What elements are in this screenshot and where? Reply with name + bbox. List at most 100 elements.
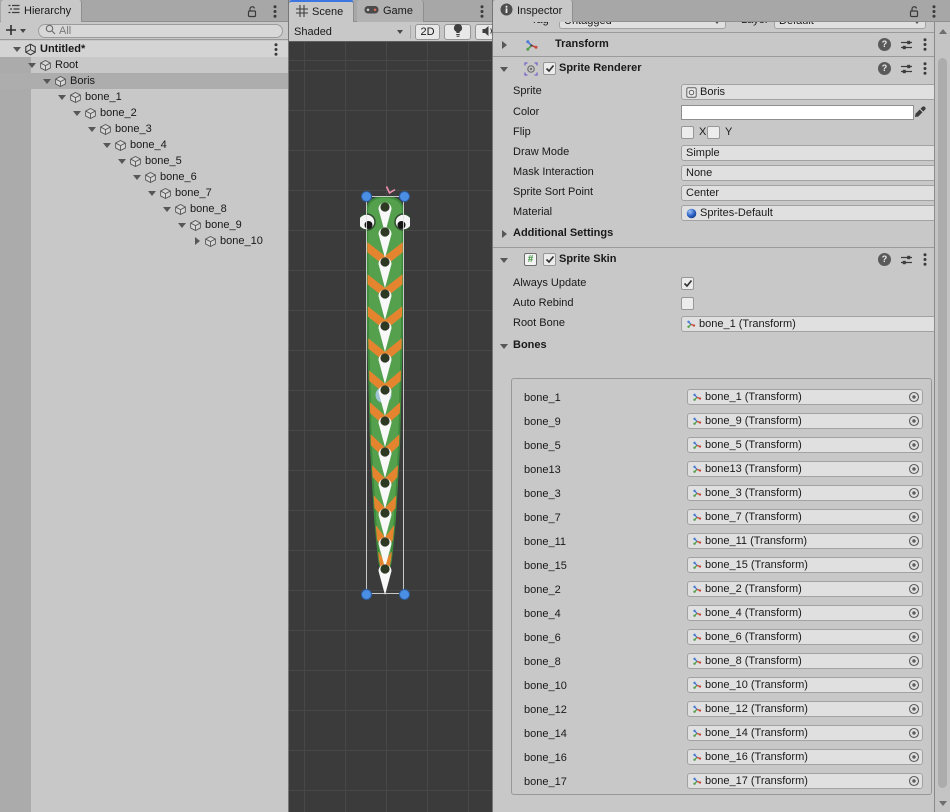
flip-y-checkbox[interactable] <box>707 126 720 139</box>
help-icon[interactable]: ? <box>878 38 891 51</box>
hierarchy-row[interactable]: bone_2 <box>0 105 288 121</box>
bone-object-field[interactable]: bone_2 (Transform) <box>687 581 923 597</box>
bone-object-field[interactable]: bone_8 (Transform) <box>687 653 923 669</box>
object-picker-icon[interactable] <box>908 583 920 597</box>
hierarchy-row[interactable]: bone_10 <box>0 233 288 249</box>
kebab-menu-icon[interactable] <box>923 62 927 78</box>
kebab-menu-icon[interactable] <box>927 4 941 18</box>
foldout-triangle-icon[interactable] <box>87 124 97 134</box>
foldout-triangle-icon[interactable] <box>177 220 187 230</box>
kebab-menu-icon[interactable] <box>923 253 927 269</box>
shading-mode-dropdown[interactable]: Shaded <box>294 24 406 40</box>
foldout-triangle-icon[interactable] <box>499 255 509 265</box>
sprite-skin-component-header[interactable]: # Sprite Skin ? <box>493 247 935 271</box>
scene-viewport[interactable] <box>289 42 492 812</box>
foldout-triangle-icon[interactable] <box>192 236 202 246</box>
layer-dropdown[interactable]: Default <box>774 22 926 29</box>
scroll-up-icon[interactable] <box>939 29 947 34</box>
foldout-triangle-icon[interactable] <box>12 44 22 54</box>
hierarchy-row[interactable]: Untitled* <box>0 41 288 57</box>
object-picker-icon[interactable] <box>908 511 920 525</box>
selection-handle[interactable] <box>399 191 410 202</box>
flip-x-checkbox[interactable] <box>681 126 694 139</box>
lock-icon[interactable] <box>245 4 259 18</box>
root-bone-object-field[interactable]: bone_1 (Transform) <box>681 316 950 332</box>
object-picker-icon[interactable] <box>908 391 920 405</box>
presets-icon[interactable] <box>900 39 913 54</box>
eyedropper-icon[interactable] <box>914 106 926 121</box>
hierarchy-row[interactable]: bone_1 <box>0 89 288 105</box>
foldout-triangle-icon[interactable] <box>162 204 172 214</box>
additional-settings-foldout[interactable]: Additional Settings <box>493 224 935 244</box>
help-icon[interactable]: ? <box>878 62 891 75</box>
hierarchy-row[interactable]: bone_8 <box>0 201 288 217</box>
object-picker-icon[interactable] <box>908 463 920 477</box>
selection-handle[interactable] <box>361 191 372 202</box>
bone-object-field[interactable]: bone_14 (Transform) <box>687 725 923 741</box>
foldout-triangle-icon[interactable] <box>102 140 112 150</box>
presets-icon[interactable] <box>900 254 913 269</box>
bones-foldout[interactable]: Bones <box>493 336 935 356</box>
foldout-triangle-icon[interactable] <box>72 108 82 118</box>
object-picker-icon[interactable] <box>908 487 920 501</box>
kebab-menu-icon[interactable] <box>475 4 489 18</box>
tag-dropdown[interactable]: Untagged <box>559 22 726 29</box>
object-picker-icon[interactable] <box>908 775 920 789</box>
hierarchy-row[interactable]: bone_7 <box>0 185 288 201</box>
kebab-menu-icon[interactable] <box>923 38 927 54</box>
draw-mode-dropdown[interactable]: Simple <box>681 145 950 161</box>
bone-object-field[interactable]: bone_17 (Transform) <box>687 773 923 789</box>
foldout-triangle-icon[interactable] <box>117 156 127 166</box>
lighting-toggle-button[interactable] <box>444 24 471 40</box>
transform-component-header[interactable]: Transform ? <box>493 32 935 56</box>
scroll-down-icon[interactable] <box>939 801 947 806</box>
selection-handle[interactable] <box>361 589 372 600</box>
material-object-field[interactable]: Sprites-Default <box>681 205 950 221</box>
hierarchy-row[interactable]: bone_5 <box>0 153 288 169</box>
foldout-triangle-icon[interactable] <box>147 188 157 198</box>
mask-interaction-dropdown[interactable]: None <box>681 165 950 181</box>
object-picker-icon[interactable] <box>908 415 920 429</box>
bone-object-field[interactable]: bone_3 (Transform) <box>687 485 923 501</box>
bone-object-field[interactable]: bone_10 (Transform) <box>687 677 923 693</box>
object-picker-icon[interactable] <box>908 727 920 741</box>
sprite-renderer-component-header[interactable]: Sprite Renderer ? <box>493 56 935 80</box>
toggle-2d-button[interactable]: 2D <box>415 24 440 40</box>
add-object-button[interactable] <box>5 24 26 38</box>
bone-object-field[interactable]: bone13 (Transform) <box>687 461 923 477</box>
hierarchy-row[interactable]: bone_9 <box>0 217 288 233</box>
lock-icon[interactable] <box>907 4 921 18</box>
bone-object-field[interactable]: bone_4 (Transform) <box>687 605 923 621</box>
scrollbar-thumb[interactable] <box>938 58 947 788</box>
tab-game[interactable]: Game <box>357 0 424 22</box>
hierarchy-row[interactable]: Boris <box>0 73 288 89</box>
hierarchy-row[interactable]: Root <box>0 57 288 73</box>
tab-hierarchy[interactable]: Hierarchy <box>1 0 82 22</box>
object-picker-icon[interactable] <box>908 607 920 621</box>
hierarchy-row[interactable]: bone_6 <box>0 169 288 185</box>
object-picker-icon[interactable] <box>908 655 920 669</box>
foldout-triangle-icon[interactable] <box>499 64 509 74</box>
bone-object-field[interactable]: bone_12 (Transform) <box>687 701 923 717</box>
selection-handle[interactable] <box>399 589 410 600</box>
object-picker-icon[interactable] <box>908 631 920 645</box>
bone-object-field[interactable]: bone_16 (Transform) <box>687 749 923 765</box>
search-input[interactable]: All <box>38 24 283 38</box>
hierarchy-row[interactable]: bone_3 <box>0 121 288 137</box>
sprite-object-field[interactable]: Boris <box>681 84 950 100</box>
object-picker-icon[interactable] <box>908 535 920 549</box>
always-update-checkbox[interactable] <box>681 277 694 290</box>
hierarchy-row[interactable]: bone_4 <box>0 137 288 153</box>
foldout-triangle-icon[interactable] <box>42 76 52 86</box>
object-picker-icon[interactable] <box>908 439 920 453</box>
color-swatch[interactable] <box>681 105 914 120</box>
bone-object-field[interactable]: bone_6 (Transform) <box>687 629 923 645</box>
rotation-handle-icon[interactable] <box>385 185 397 198</box>
object-picker-icon[interactable] <box>908 703 920 717</box>
bone-object-field[interactable]: bone_9 (Transform) <box>687 413 923 429</box>
foldout-triangle-icon[interactable] <box>132 172 142 182</box>
audio-toggle-button[interactable] <box>475 24 492 40</box>
tab-scene[interactable]: Scene <box>289 0 354 22</box>
help-icon[interactable]: ? <box>878 253 891 266</box>
sprite-sort-point-dropdown[interactable]: Center <box>681 185 950 201</box>
